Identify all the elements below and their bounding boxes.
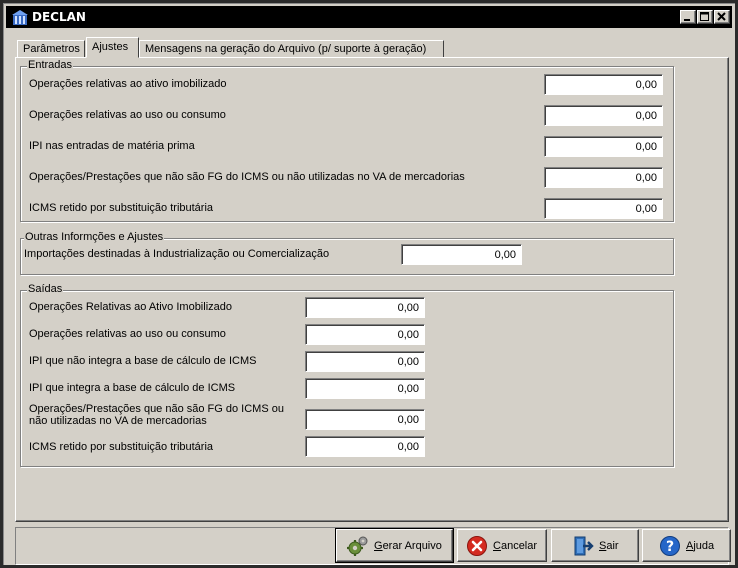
entradas-ipi-materia-prima-input[interactable] [544,136,663,157]
field-label: Operações relativas ao ativo imobilizado [29,78,227,90]
group-outras-informacoes: Outras Informções e Ajustes Importações … [20,231,674,275]
field-label: ICMS retido por substituição tributária [29,202,214,214]
button-label: Cancelar [493,539,538,552]
field-label: Operações relativas ao uso ou consumo [29,328,226,340]
saidas-nao-fg-icms-input[interactable] [305,409,425,430]
gerar-arquivo-button[interactable]: Gerar Arquivo [335,528,454,563]
ajuda-button[interactable]: ? Ajuda [642,529,731,562]
sair-button[interactable]: Sair [551,529,639,562]
minimize-button[interactable] [680,10,696,24]
saidas-ipi-nao-integra-input[interactable] [305,351,425,372]
field-label: Operações relativas ao uso ou consumo [29,109,226,121]
entradas-nao-fg-icms-input[interactable] [544,167,663,188]
saidas-ativo-imobilizado-input[interactable] [305,297,425,318]
close-button[interactable] [714,10,730,24]
group-entradas: Entradas Operações relativas ao ativo im… [20,59,674,222]
field-label: Operações/Prestações que não são FG do I… [29,171,465,183]
group-title: Outras Informções e Ajustes [24,231,165,244]
tab-ajustes[interactable]: Ajustes [86,37,139,58]
help-icon: ? [660,535,680,556]
window-title: DECLAN [32,10,86,24]
tab-label: Mensagens na geração do Arquivo (p/ supo… [145,43,427,55]
field-label: não utilizadas no VA de mercadorias [29,415,207,427]
entradas-ativo-imobilizado-input[interactable] [544,74,663,95]
gears-icon [347,536,368,556]
title-bar[interactable]: DECLAN [6,6,732,28]
maximize-icon [700,12,709,21]
entradas-icms-retido-input[interactable] [544,198,663,219]
entradas-uso-consumo-input[interactable] [544,105,663,126]
saidas-icms-retido-input[interactable] [305,436,425,457]
field-label: IPI que integra a base de cálculo de ICM… [29,382,236,394]
group-title: Entradas [27,59,74,72]
tab-label: Parâmetros [23,43,80,55]
svg-text:?: ? [666,539,674,555]
cancel-icon [467,535,487,556]
field-label: IPI que não integra a base de cálculo de… [29,355,257,367]
tab-mensagens[interactable]: Mensagens na geração do Arquivo (p/ supo… [139,40,444,58]
field-label: IPI nas entradas de matéria prima [29,140,195,152]
tab-parametros[interactable]: Parâmetros [17,40,85,58]
saidas-uso-consumo-input[interactable] [305,324,425,345]
close-icon [717,12,726,21]
field-label: ICMS retido por substituição tributária [29,441,214,453]
exit-door-icon [574,536,594,555]
button-label: Gerar Arquivo [374,539,442,552]
importacoes-input[interactable] [401,244,522,265]
app-building-icon [12,10,28,25]
saidas-ipi-integra-input[interactable] [305,378,425,399]
declan-window: DECLAN Parâmetros Ajustes Mensagens na g… [0,0,738,568]
field-label: Importações destinadas à Industrializaçã… [24,248,330,260]
group-title: Saídas [27,283,64,296]
field-label: Operações Relativas ao Ativo Imobilizado [29,301,232,313]
tab-label: Ajustes [92,41,129,53]
maximize-button[interactable] [697,10,713,24]
button-label: Ajuda [686,539,715,552]
minimize-icon [684,19,690,21]
group-saidas: Saídas Operações Relativas ao Ativo Imob… [20,283,674,467]
cancelar-button[interactable]: Cancelar [457,529,547,562]
button-label: Sair [599,539,619,552]
